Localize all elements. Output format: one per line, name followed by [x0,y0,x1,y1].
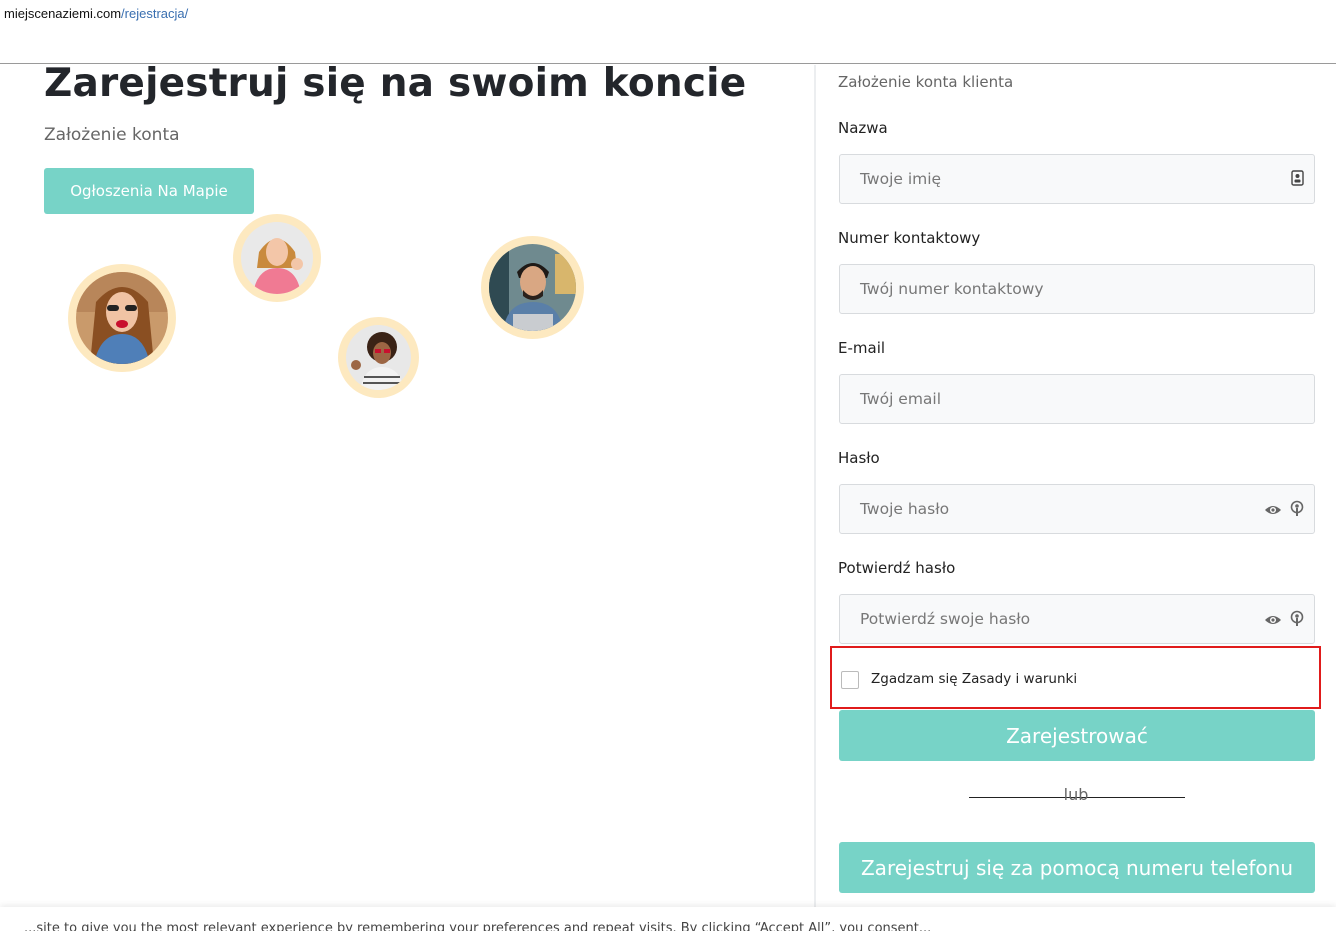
key-icon[interactable] [1290,610,1304,631]
page-title: Zarejestruj się na swoim koncie [44,61,747,106]
cookie-text: ...site to give you the most relevant ex… [24,921,932,931]
name-label: Nazwa [838,119,888,137]
eye-icon[interactable] [1264,611,1282,630]
or-text: lub [1063,785,1089,804]
page-subtitle: Założenie konta [44,125,180,145]
form-title: Założenie konta klienta [838,73,1014,91]
phone-label: Numer kontaktowy [838,229,981,247]
confirm-password-placeholder: Potwierdź swoje hasło [860,610,1031,628]
password-label: Hasło [838,449,880,467]
avatar-woman-surprised [338,317,419,398]
password-placeholder: Twoje hasło [860,500,950,518]
registration-form: Założenie konta klienta Nazwa Twoje imię… [816,65,1336,910]
email-label: E-mail [838,339,886,357]
key-icon[interactable] [1290,500,1304,521]
hero-section: Zarejestruj się na swoim koncie Założeni… [0,61,814,910]
phone-register-button[interactable]: Zarejestruj się za pomocą numeru telefon… [839,842,1315,893]
register-button[interactable]: Zarejestrować [839,710,1315,761]
avatar-man-laptop [481,236,584,339]
email-placeholder: Twój email [860,390,942,408]
cookie-banner: ...site to give you the most relevant ex… [0,907,1336,931]
password-input[interactable]: Twoje hasło [839,484,1315,534]
email-input[interactable]: Twój email [839,374,1315,424]
eye-icon[interactable] [1264,501,1282,520]
phone-placeholder: Twój numer kontaktowy [860,280,1044,298]
map-listings-button[interactable]: Ogłoszenia Na Mapie [44,168,254,214]
confirm-password-input[interactable]: Potwierdź swoje hasło [839,594,1315,644]
name-placeholder: Twoje imię [860,170,942,188]
terms-label[interactable]: Zgadzam się Zasady i warunki [871,671,1077,687]
browser-address-bar[interactable]: miejscenaziemi.com/rejestracja/ [0,0,1336,64]
terms-highlight: Zgadzam się Zasady i warunki [830,646,1321,709]
contact-card-icon [1291,170,1304,190]
url-text[interactable]: miejscenaziemi.com/rejestracja/ [4,6,188,21]
confirm-password-label: Potwierdź hasło [838,559,956,577]
name-input[interactable]: Twoje imię [839,154,1315,204]
avatar-woman-sunglasses [68,264,176,372]
phone-input[interactable]: Twój numer kontaktowy [839,264,1315,314]
terms-checkbox[interactable] [841,671,859,689]
avatar-woman-pink [233,214,321,302]
